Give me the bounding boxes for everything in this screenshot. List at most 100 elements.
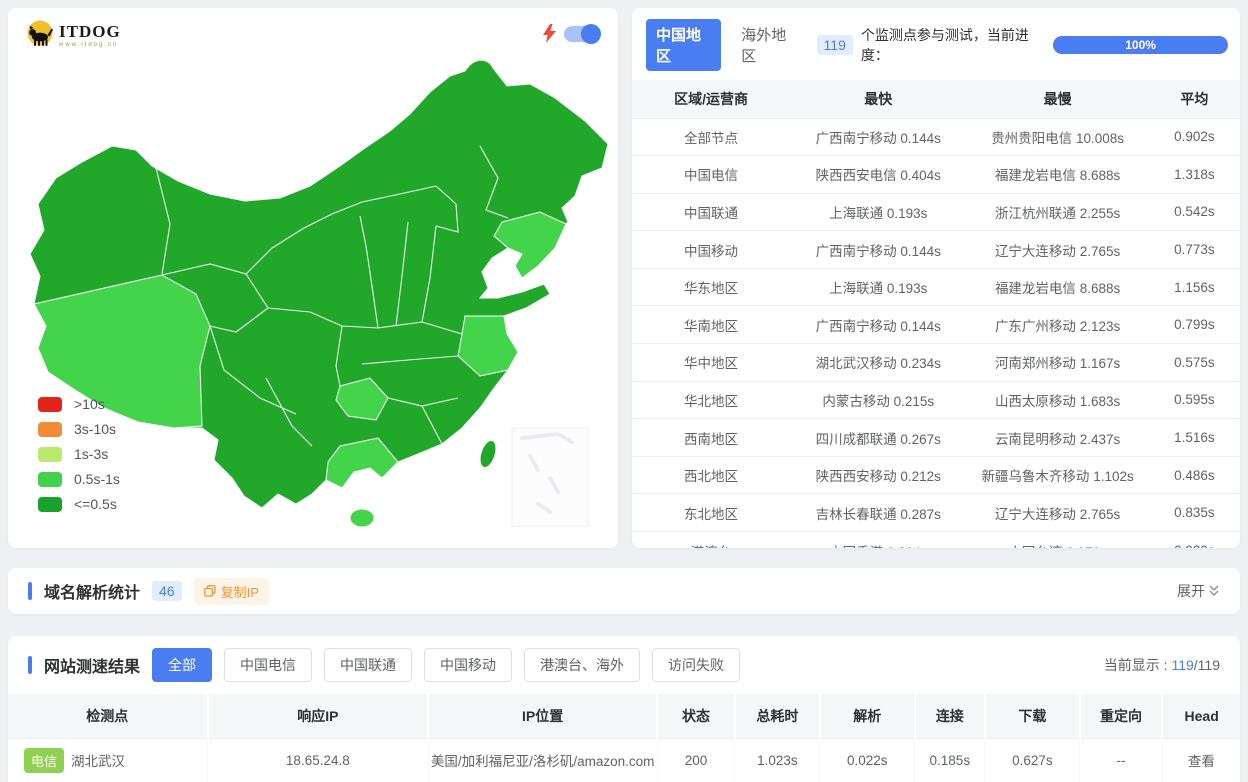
average-value: 1.318s <box>1148 155 1240 194</box>
region-name: 西南地区 <box>632 418 791 457</box>
slowest-value: 山西太原移动 1.683s <box>966 380 1149 419</box>
region-name: 中国联通 <box>632 192 791 231</box>
slowest-value: 辽宁大连移动 2.765s <box>966 493 1149 532</box>
fastest-value: 上海联通 0.193s <box>790 192 967 231</box>
slowest-value: 新疆乌鲁木齐移动 1.102s <box>966 455 1149 494</box>
view-head-link[interactable]: 查看 <box>1162 737 1240 782</box>
progress-label: 100% <box>1125 38 1156 52</box>
table-row: 华南地区 广西南宁移动 0.144s 广东广州移动 2.123s 0.799s <box>632 305 1240 344</box>
table-row: 全部节点 广西南宁移动 0.144s 贵州贵阳电信 10.008s 0.902s <box>632 117 1240 156</box>
region-name: 港澳台 <box>632 531 791 548</box>
region-name: 华中地区 <box>632 343 791 382</box>
legend-item: >10s <box>38 396 120 412</box>
col-status: 状态 <box>657 694 736 738</box>
average-value: 0.486s <box>1148 455 1240 494</box>
copy-ip-button[interactable]: 复制IP <box>193 577 269 605</box>
region-tab[interactable]: 中国地区 <box>646 19 722 71</box>
speed-section-title: 网站测速结果 <box>44 659 141 676</box>
legend-label: 0.5s-1s <box>74 471 120 487</box>
region-tabs: 中国地区 海外地区 <box>646 19 817 71</box>
average-value: 0.799s <box>1148 305 1240 344</box>
region-name: 华北地区 <box>632 380 791 419</box>
slowest-value: 浙江杭州联通 2.255s <box>966 192 1149 231</box>
table-row: 东北地区 吉林长春联通 0.287s 辽宁大连移动 2.765s 0.835s <box>632 493 1240 532</box>
col-connect: 连接 <box>914 694 986 738</box>
legend-label: <=0.5s <box>74 496 117 512</box>
table-row: 电信 湖北武汉 18.65.24.8 美国/加利福尼亚/洛杉矶/amazon.co… <box>8 737 1240 782</box>
redirect-value: -- <box>1079 737 1163 782</box>
col-average: 平均 <box>1148 80 1240 118</box>
region-table-body: 全部节点 广西南宁移动 0.144s 贵州贵阳电信 10.008s 0.902s… <box>632 117 1240 548</box>
col-download: 下载 <box>984 694 1081 738</box>
display-count-current: 119 <box>1171 657 1194 673</box>
region-tab[interactable]: 海外地区 <box>731 19 806 71</box>
average-value: 0.575s <box>1148 343 1240 382</box>
hainan-island <box>349 508 375 528</box>
speed-panel-header: 网站测速结果 全部 中国电信 中国联通 中国移动 港澳台、海外 访问失败 当前显… <box>8 636 1240 694</box>
copy-ip-label: 复制IP <box>220 584 259 600</box>
speed-filter-tab[interactable]: 中国移动 <box>424 648 513 682</box>
speed-filter-tab[interactable]: 港澳台、海外 <box>524 648 641 682</box>
fastest-value: 吉林长春联通 0.287s <box>790 493 967 532</box>
slowest-value: 河南郑州移动 1.167s <box>966 343 1149 382</box>
node-name: 湖北武汉 <box>71 753 126 769</box>
average-value: 0.835s <box>1148 493 1240 532</box>
expand-label: 展开 <box>1177 583 1205 599</box>
region-name: 东北地区 <box>632 493 791 532</box>
fastest-value: 陕西西安移动 0.212s <box>790 455 967 494</box>
fastest-value: 广西南宁移动 0.144s <box>790 117 967 156</box>
average-value: 0.595s <box>1148 380 1240 419</box>
region-name: 中国移动 <box>632 230 791 269</box>
legend-label: 3s-10s <box>74 421 117 437</box>
ip-location: 美国/加利福尼亚/洛杉矶/amazon.com <box>428 737 658 782</box>
expand-button[interactable]: 展开 <box>1177 581 1220 601</box>
col-region: 区域/运营商 <box>632 80 791 118</box>
display-count-label: 当前显示 : <box>1103 657 1168 673</box>
average-value: 0.900s <box>1148 531 1240 548</box>
top-row: ITDOG www.itdog.cn >10s 3s-10s 1s-3s 0.5… <box>8 8 1240 548</box>
fastest-value: 内蒙古移动 0.215s <box>790 380 967 419</box>
south-china-sea-inset <box>511 427 589 527</box>
region-name: 华南地区 <box>632 305 791 344</box>
table-row: 西南地区 四川成都联通 0.267s 云南昆明移动 2.437s 1.516s <box>632 418 1240 457</box>
copy-icon <box>203 585 216 597</box>
legend-item: 1s-3s <box>38 446 120 462</box>
speed-filter-tab[interactable]: 中国联通 <box>324 648 413 682</box>
download-time: 0.627s <box>984 737 1081 782</box>
table-row: 华中地区 湖北武汉移动 0.234s 河南郑州移动 1.167s 0.575s <box>632 343 1240 382</box>
chevron-double-down-icon <box>1209 585 1219 597</box>
region-panel-header: 中国地区 海外地区 119 个监测点参与测试，当前进度： 100% <box>632 8 1240 80</box>
dns-stats-panel: 域名解析统计 46 复制IP 展开 <box>8 568 1240 614</box>
speed-filter-tab[interactable]: 访问失败 <box>652 648 741 682</box>
taiwan-island[interactable] <box>477 439 499 470</box>
table-row: 中国电信 陕西西安电信 0.404s 福建龙岩电信 8.688s 1.318s <box>632 155 1240 194</box>
average-value: 0.773s <box>1148 230 1240 269</box>
slowest-value: 贵州贵阳电信 10.008s <box>966 117 1149 156</box>
fastest-value: 中国香港 0.824s <box>790 531 967 548</box>
table-row: 西北地区 陕西西安移动 0.212s 新疆乌鲁木齐移动 1.102s 0.486… <box>632 455 1240 494</box>
fastest-value: 陕西西安电信 0.404s <box>790 155 967 194</box>
col-dns: 解析 <box>819 694 916 738</box>
china-map-panel: ITDOG www.itdog.cn >10s 3s-10s 1s-3s 0.5… <box>8 8 618 548</box>
legend-item: 0.5s-1s <box>38 471 120 487</box>
average-value: 1.156s <box>1148 267 1240 306</box>
display-count: 当前显示 : 119/119 <box>1104 655 1220 675</box>
status-code: 200 <box>657 737 736 782</box>
legend-swatch <box>38 421 62 437</box>
slowest-value: 辽宁大连移动 2.765s <box>966 230 1149 269</box>
legend-item: <=0.5s <box>38 496 120 512</box>
col-ip-location: IP位置 <box>428 694 659 738</box>
average-value: 0.902s <box>1148 117 1240 156</box>
region-name: 全部节点 <box>632 117 791 156</box>
fastest-value: 广西南宁移动 0.144s <box>790 230 967 269</box>
monitor-count-badge: 119 <box>816 35 853 55</box>
legend-swatch <box>38 446 62 462</box>
slowest-value: 中国台湾 0.976s <box>966 531 1149 548</box>
progress-bar: 100% <box>1053 36 1228 54</box>
slowest-value: 福建龙岩电信 8.688s <box>966 155 1149 194</box>
speed-filter-tab[interactable]: 中国电信 <box>224 648 313 682</box>
slowest-value: 福建龙岩电信 8.688s <box>966 267 1149 306</box>
speed-filter-tab[interactable]: 全部 <box>152 648 213 682</box>
region-stats-panel: 中国地区 海外地区 119 个监测点参与测试，当前进度： 100% 区域/运营商… <box>632 8 1240 548</box>
speed-result-panel: 网站测速结果 全部 中国电信 中国联通 中国移动 港澳台、海外 访问失败 当前显… <box>8 636 1240 782</box>
